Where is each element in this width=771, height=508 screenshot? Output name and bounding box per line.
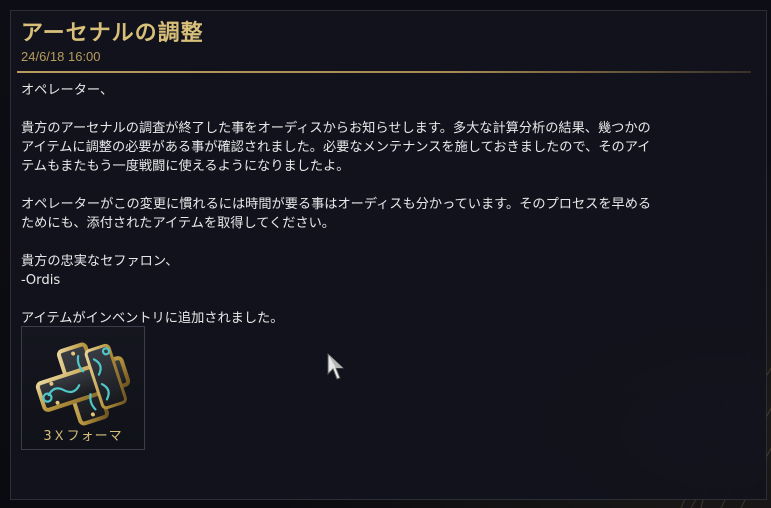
- title-divider: [17, 71, 751, 73]
- message-signature: 貴方の忠実なセファロン、 -Ordis: [21, 254, 179, 288]
- message-paragraph-1: 貴方のアーセナルの調査が終了した事をオーディスからお知らせします。多大な計算分析…: [21, 121, 651, 174]
- screen: アーセナルの調整 24/6/18 16:00 オペレーター、 貴方のアーセナルの…: [0, 0, 771, 508]
- message-greeting: オペレーター、: [21, 83, 114, 98]
- message-paragraph-2: オペレーターがこの変更に慣れるには時間が要る事はオーディスも分かっています。その…: [21, 197, 652, 231]
- attachment-item-label: 3Ｘフォーマ: [43, 429, 123, 444]
- mouse-cursor-icon: [327, 352, 345, 380]
- forma-icon: [35, 342, 131, 426]
- message-title: アーセナルの調整: [21, 21, 204, 46]
- attachment-item-tile[interactable]: 3Ｘフォーマ: [21, 326, 145, 450]
- message-body: オペレーター、 貴方のアーセナルの調査が終了した事をオーディスからお知らせします…: [21, 81, 751, 347]
- inbox-message-panel: アーセナルの調整 24/6/18 16:00 オペレーター、 貴方のアーセナルの…: [10, 10, 767, 500]
- message-timestamp: 24/6/18 16:00: [21, 49, 101, 64]
